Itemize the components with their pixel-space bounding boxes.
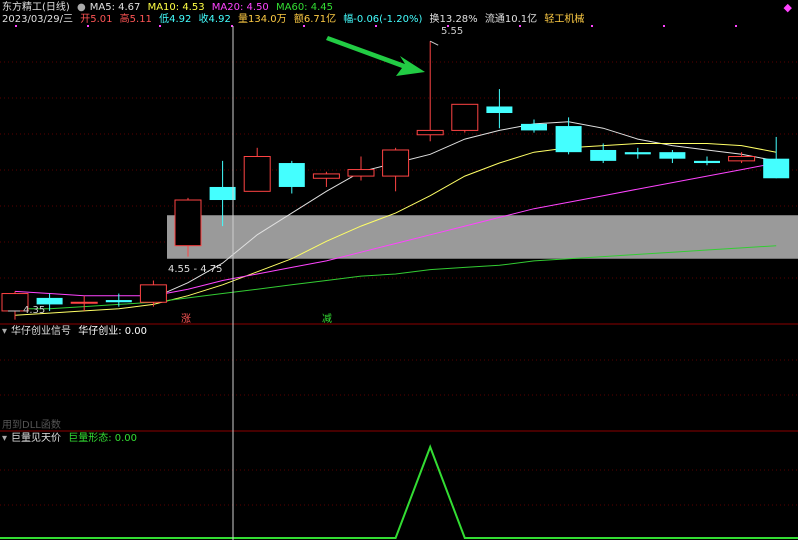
peak-pointer <box>429 40 439 46</box>
zhang-marker: 涨 <box>181 313 191 325</box>
candle-body <box>694 160 720 164</box>
candle-body <box>312 173 340 179</box>
panel2-title: 华仔创业信号 <box>11 326 72 337</box>
candle-body <box>451 103 479 131</box>
candle-body <box>209 186 236 201</box>
panel2-header: ▾ 华仔创业信号 华仔创业: 0.00 <box>2 326 151 338</box>
peak-label: 5.55 <box>441 26 463 37</box>
candle-body <box>382 149 410 177</box>
band-label: 4.55 - 4.75 <box>168 264 223 275</box>
volume-value: 量134.0万 <box>238 14 287 25</box>
amount-value: 额6.71亿 <box>293 14 337 25</box>
turnover-value: 换13.28% <box>429 14 478 25</box>
settings-icon[interactable]: ◆ <box>784 1 792 14</box>
collapse-icon[interactable]: ▾ <box>2 433 7 444</box>
ma60-value: MA60: 4.45 <box>275 2 333 13</box>
candle-body <box>728 156 756 162</box>
close-value: 收4.92 <box>198 14 231 25</box>
low-label: 4.35 <box>23 305 45 316</box>
change-value: 幅-0.06(-1.20%) <box>343 14 423 25</box>
stock-name: 东方精工(日线) <box>2 2 70 13</box>
header-line-2: 2023/03/29/三 开5.01 高5.11 低4.92 收4.92 量13… <box>2 14 588 26</box>
panel3-value: 巨量形态: 0.00 <box>68 433 138 444</box>
jian-marker: 减 <box>322 313 332 325</box>
dll-note: 用到DLL函数 <box>2 418 61 431</box>
float-value: 流通10.1亿 <box>484 14 538 25</box>
top-marker <box>735 25 737 27</box>
date-value: 2023/03/29/三 <box>2 14 74 25</box>
panel2-value: 华仔创业: 0.00 <box>78 326 148 337</box>
candle-body <box>624 152 651 155</box>
candle-body <box>243 156 271 192</box>
panel3-title: 巨量见天价 <box>11 433 62 444</box>
dot-icon: ● <box>77 2 86 13</box>
collapse-icon[interactable]: ▾ <box>2 326 7 337</box>
open-value: 开5.01 <box>80 14 113 25</box>
low-value: 低4.92 <box>159 14 192 25</box>
top-marker <box>663 25 665 27</box>
kline-chart[interactable]: 5.55 4.35 4.55 - 4.75 涨 减 用到DLL函数 <box>0 0 798 540</box>
candle-body <box>174 199 202 247</box>
industry-value: 轻工机械 <box>544 14 585 25</box>
green-arrow <box>326 36 425 76</box>
high-value: 高5.11 <box>119 14 152 25</box>
candle-body <box>486 106 513 114</box>
candle-body <box>659 152 686 159</box>
candle-body <box>105 300 132 303</box>
top-marker <box>591 25 593 27</box>
ma10-value: MA10: 4.53 <box>147 2 205 13</box>
candle-body <box>36 297 63 305</box>
candle-body <box>590 149 617 161</box>
candle-body <box>763 158 790 179</box>
panel3-header: ▾ 巨量见天价 巨量形态: 0.00 <box>2 433 141 445</box>
candle-body <box>521 123 547 131</box>
candle-body <box>278 163 305 187</box>
candle-body <box>347 169 375 177</box>
ma5-line <box>153 121 777 299</box>
candle-body <box>555 126 582 153</box>
ma5-value: MA5: 4.67 <box>89 2 141 13</box>
candle-body <box>70 301 98 304</box>
header-line-1: 东方精工(日线) ● MA5: 4.67 MA10: 4.53 MA20: 4.5… <box>2 2 337 14</box>
candle-body <box>416 129 444 136</box>
ma20-value: MA20: 4.50 <box>211 2 269 13</box>
candle-body <box>139 284 167 303</box>
signal-line <box>0 444 798 539</box>
